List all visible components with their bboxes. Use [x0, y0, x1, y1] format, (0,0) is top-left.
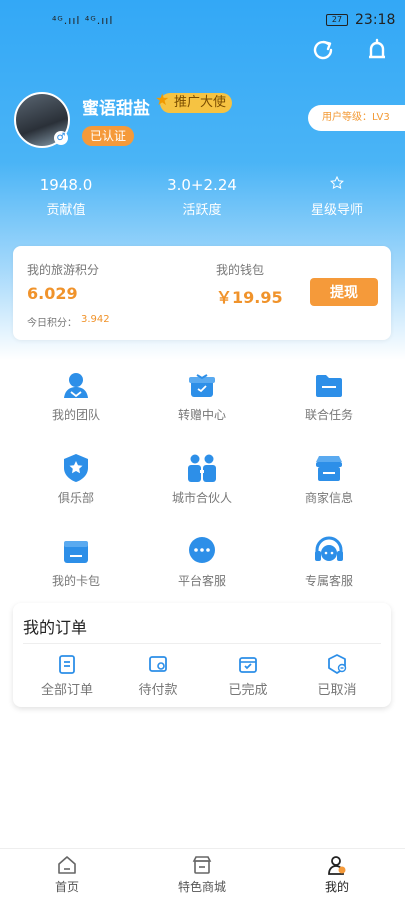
tab-label: 首页 — [54, 880, 79, 894]
stat-star-mentor[interactable]: 星级导师 — [282, 175, 392, 218]
travel-points-label: 我的旅游积分 — [27, 263, 100, 277]
status-time: 23:18 — [355, 12, 396, 28]
menu-my-team[interactable]: 我的团队 — [21, 368, 131, 423]
menu-label: 转赠中心 — [177, 408, 226, 422]
order-label: 待付款 — [138, 683, 178, 698]
user-icon — [328, 856, 346, 875]
menu-label: 俱乐部 — [57, 491, 94, 505]
menu-club[interactable]: 俱乐部 — [21, 451, 131, 506]
menu-merchant-info[interactable]: 商家信息 — [274, 451, 384, 506]
stat-value: 3.0+2.24 — [167, 176, 237, 194]
stat-value: 1948.0 — [39, 176, 93, 194]
badge-star-icon: ★ — [155, 90, 170, 109]
orders-cancelled[interactable]: 已取消 — [297, 653, 377, 698]
signal-icon: ⁴ᴳ.ııl ⁴ᴳ.ııl — [52, 14, 114, 27]
chat-icon — [189, 537, 215, 563]
menu-joint-task[interactable]: 联合任务 — [274, 368, 384, 423]
today-points-label: 今日积分： — [27, 318, 77, 329]
menu-platform-service[interactable]: 平台客服 — [147, 534, 257, 589]
partners-icon — [188, 454, 216, 482]
battery-icon: 27 — [326, 14, 348, 26]
store-icon — [316, 456, 342, 481]
menu-label: 专属客服 — [304, 574, 353, 588]
menu-label: 我的团队 — [51, 408, 100, 422]
travel-points-value: 6.029 — [27, 284, 78, 303]
wallet-icon — [149, 656, 167, 672]
tab-label: 我的 — [324, 880, 349, 894]
shop-icon — [192, 856, 212, 874]
nickname: 蜜语甜盐 — [82, 99, 150, 119]
stat-contribution[interactable]: 1948.0 贡献值 — [11, 176, 121, 218]
stat-activity[interactable]: 3.0+2.24 活跃度 — [147, 176, 257, 218]
menu-label: 商家信息 — [304, 491, 353, 505]
withdraw-button[interactable]: 提现 — [310, 278, 378, 306]
clipboard-icon — [59, 655, 75, 674]
stat-label: 贡献值 — [46, 203, 86, 218]
headset-icon — [315, 536, 343, 561]
points-wallet-card: 我的旅游积分 6.029 今日积分： 3.942 我的钱包 ￥19.95 提现 — [13, 246, 391, 340]
menu-gift-center[interactable]: 转赠中心 — [147, 368, 257, 423]
team-icon — [64, 373, 88, 398]
orders-title: 我的订单 — [23, 618, 88, 637]
tab-special-mall[interactable]: 特色商城 — [157, 854, 247, 895]
stat-label: 活跃度 — [182, 203, 222, 218]
menu-label: 城市合伙人 — [171, 491, 232, 505]
menu-card-wallet[interactable]: 我的卡包 — [21, 534, 131, 589]
status-bar: ⁴ᴳ.ııl ⁴ᴳ.ııl 27 23:18 — [0, 12, 405, 32]
bottom-tab-bar: 首页 特色商城 我的 — [0, 848, 405, 901]
star-outline-icon — [282, 175, 392, 194]
verified-badge: 已认证 — [82, 126, 135, 146]
menu-exclusive-service[interactable]: 专属客服 — [274, 534, 384, 589]
wallet-balance: ￥19.95 — [216, 288, 283, 307]
orders-completed[interactable]: 已完成 — [208, 653, 288, 698]
refresh-icon[interactable] — [309, 36, 337, 64]
user-level-tag[interactable]: 用户等级：LV3 — [308, 105, 405, 131]
divider — [23, 643, 381, 644]
orders-pending-payment[interactable]: 待付款 — [118, 653, 198, 698]
tab-label: 特色商城 — [177, 880, 226, 894]
male-icon: ♂ — [54, 131, 68, 145]
wallet-label: 我的钱包 — [216, 263, 265, 277]
order-label: 已取消 — [317, 683, 357, 698]
home-icon — [58, 856, 76, 874]
menu-label: 平台客服 — [177, 574, 226, 588]
menu-label: 我的卡包 — [51, 574, 100, 588]
bell-icon[interactable] — [363, 36, 391, 64]
card-wallet-icon — [64, 541, 88, 563]
box-check-icon — [239, 657, 257, 673]
folder-icon — [316, 375, 342, 397]
stat-label: 星级导师 — [310, 203, 363, 218]
shield-star-icon — [64, 454, 88, 482]
tab-mine[interactable]: 我的 — [292, 854, 382, 895]
order-label: 已完成 — [228, 683, 268, 698]
today-points-value: 3.942 — [81, 314, 110, 325]
menu-city-partner[interactable]: 城市合伙人 — [147, 451, 257, 506]
tab-home[interactable]: 首页 — [22, 854, 112, 895]
order-label: 全部订单 — [40, 683, 93, 698]
menu-label: 联合任务 — [304, 408, 353, 422]
my-orders-card: 我的订单 全部订单 待付款 已完成 已取消 — [13, 603, 391, 707]
box-cancel-icon — [328, 654, 347, 674]
gift-icon — [189, 374, 215, 397]
orders-all[interactable]: 全部订单 — [27, 653, 107, 698]
